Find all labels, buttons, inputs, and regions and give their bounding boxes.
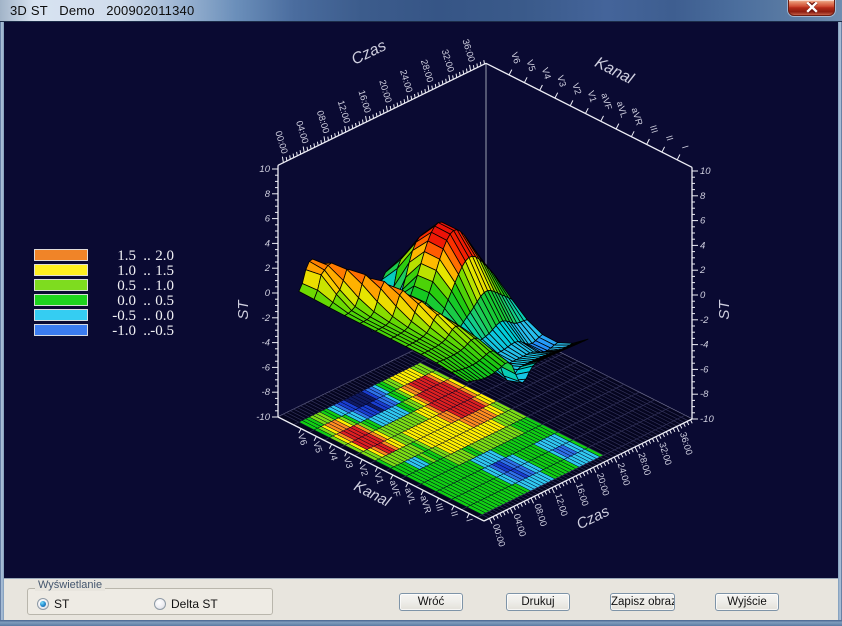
svg-text:V4: V4 xyxy=(540,66,553,80)
svg-text:Kanal: Kanal xyxy=(592,54,637,88)
svg-text:0.5: 0.5 xyxy=(155,293,174,309)
svg-text:20:00: 20:00 xyxy=(377,79,393,104)
svg-text:-0.5: -0.5 xyxy=(112,308,136,324)
svg-text:28:00: 28:00 xyxy=(419,58,435,83)
svg-text:12:00: 12:00 xyxy=(336,99,352,124)
svg-text:20:00: 20:00 xyxy=(595,472,611,497)
svg-text:28:00: 28:00 xyxy=(636,451,652,476)
svg-text:08:00: 08:00 xyxy=(315,109,331,134)
svg-text:10: 10 xyxy=(259,164,270,175)
svg-text:0.5: 0.5 xyxy=(117,278,136,294)
svg-text:III: III xyxy=(648,124,660,134)
svg-text:8: 8 xyxy=(700,191,706,202)
svg-text:V1: V1 xyxy=(586,90,599,104)
svg-text:..: .. xyxy=(143,308,151,324)
svg-text:I: I xyxy=(464,517,474,522)
svg-text:10: 10 xyxy=(700,166,711,177)
svg-text:32:00: 32:00 xyxy=(657,441,673,466)
svg-text:-6: -6 xyxy=(262,362,271,373)
svg-text:..: .. xyxy=(143,263,151,279)
svg-text:4: 4 xyxy=(265,238,270,249)
svg-text:V1: V1 xyxy=(372,471,385,485)
svg-text:12:00: 12:00 xyxy=(553,492,569,517)
svg-text:0.0: 0.0 xyxy=(117,293,136,309)
svg-text:ST: ST xyxy=(235,299,252,320)
svg-text:1.5: 1.5 xyxy=(155,263,174,279)
svg-text:aVL: aVL xyxy=(615,100,629,119)
svg-text:2: 2 xyxy=(699,265,706,276)
svg-text:00:00: 00:00 xyxy=(273,130,289,155)
svg-text:04:00: 04:00 xyxy=(512,513,528,538)
svg-text:2.0: 2.0 xyxy=(155,248,174,264)
svg-text:36:00: 36:00 xyxy=(678,431,694,456)
svg-text:-8: -8 xyxy=(700,389,709,400)
svg-text:16:00: 16:00 xyxy=(356,89,372,114)
svg-text:32:00: 32:00 xyxy=(440,48,456,73)
svg-text:..: .. xyxy=(143,293,151,309)
svg-text:24:00: 24:00 xyxy=(398,69,414,94)
svg-text:2: 2 xyxy=(264,263,271,274)
svg-text:V6: V6 xyxy=(509,51,522,65)
svg-text:-4: -4 xyxy=(700,340,708,351)
svg-text:Kanal: Kanal xyxy=(351,478,393,511)
svg-text:-1.0: -1.0 xyxy=(112,323,136,339)
svg-text:aVL: aVL xyxy=(403,487,417,506)
svg-text:V2: V2 xyxy=(357,463,370,477)
svg-text:-10: -10 xyxy=(256,412,270,423)
svg-text:V4: V4 xyxy=(327,448,340,462)
svg-text:-2: -2 xyxy=(262,313,271,324)
svg-text:Czas: Czas xyxy=(574,503,613,533)
svg-text:-8: -8 xyxy=(262,387,271,398)
svg-text:III: III xyxy=(434,502,446,512)
svg-text:-2: -2 xyxy=(700,315,709,326)
svg-text:04:00: 04:00 xyxy=(294,120,310,145)
svg-text:V2: V2 xyxy=(570,82,583,96)
svg-text:6: 6 xyxy=(700,216,706,227)
svg-text:-10: -10 xyxy=(700,414,714,425)
svg-text:08:00: 08:00 xyxy=(532,502,548,527)
svg-text:..: .. xyxy=(143,278,151,294)
svg-text:1.5: 1.5 xyxy=(117,248,136,264)
svg-text:1.0: 1.0 xyxy=(155,278,174,294)
svg-text:00:00: 00:00 xyxy=(491,523,507,548)
svg-text:1.0: 1.0 xyxy=(117,263,136,279)
svg-text:-4: -4 xyxy=(262,338,270,349)
svg-text:-0.5: -0.5 xyxy=(150,323,174,339)
svg-text:aVR: aVR xyxy=(630,106,645,126)
svg-text:V6: V6 xyxy=(296,433,309,447)
svg-text:II: II xyxy=(449,510,460,518)
svg-text:aVR: aVR xyxy=(418,494,433,514)
svg-text:24:00: 24:00 xyxy=(616,462,632,487)
svg-text:..: .. xyxy=(143,248,151,264)
svg-text:8: 8 xyxy=(265,189,271,200)
svg-text:ST: ST xyxy=(716,299,733,320)
svg-text:4: 4 xyxy=(700,240,705,251)
svg-text:V5: V5 xyxy=(311,440,324,454)
svg-text:Czas: Czas xyxy=(349,37,389,68)
svg-text:II: II xyxy=(664,134,675,142)
svg-text:-6: -6 xyxy=(700,364,709,375)
svg-text:6: 6 xyxy=(265,214,271,225)
svg-text:aVF: aVF xyxy=(599,92,614,112)
svg-text:V5: V5 xyxy=(525,59,538,73)
svg-text:36:00: 36:00 xyxy=(460,38,476,63)
svg-text:0: 0 xyxy=(265,288,271,299)
svg-text:V3: V3 xyxy=(555,74,568,88)
svg-text:V3: V3 xyxy=(342,456,355,470)
svg-text:0.0: 0.0 xyxy=(155,308,174,324)
svg-text:0: 0 xyxy=(700,290,706,301)
svg-text:I: I xyxy=(680,144,690,149)
svg-text:16:00: 16:00 xyxy=(574,482,590,507)
